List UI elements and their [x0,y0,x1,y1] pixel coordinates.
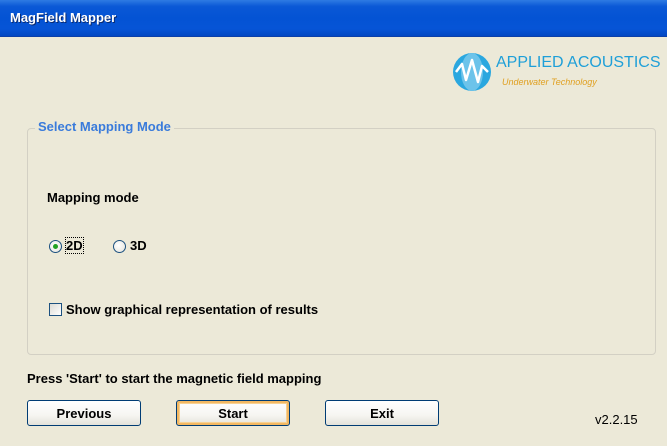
radio-selected-dot [53,244,58,249]
radio-2d-label[interactable]: 2D [65,237,84,254]
previous-button[interactable]: Previous [27,400,141,426]
radio-3d-label[interactable]: 3D [130,238,147,253]
start-button[interactable]: Start [176,400,290,426]
window-title: MagField Mapper [10,10,117,25]
mapping-mode-label: Mapping mode [47,190,139,205]
logo-tagline: Underwater Technology [502,77,597,87]
version-label: v2.2.15 [595,412,638,427]
title-bar[interactable]: MagField Mapper [0,0,667,37]
radio-3d[interactable] [113,240,126,253]
exit-button[interactable]: Exit [325,400,439,426]
graphical-results-label[interactable]: Show graphical representation of results [66,302,318,317]
radio-2d[interactable] [49,240,62,253]
group-legend: Select Mapping Mode [35,119,174,134]
status-text: Press 'Start' to start the magnetic fiel… [27,371,322,386]
graphical-results-checkbox[interactable] [49,303,62,316]
applied-acoustics-logo: APPLIED ACOUSTICS Underwater Technology [452,52,662,94]
logo-brand-text: APPLIED ACOUSTICS [496,54,661,71]
applied-acoustics-logo-icon [453,53,491,91]
